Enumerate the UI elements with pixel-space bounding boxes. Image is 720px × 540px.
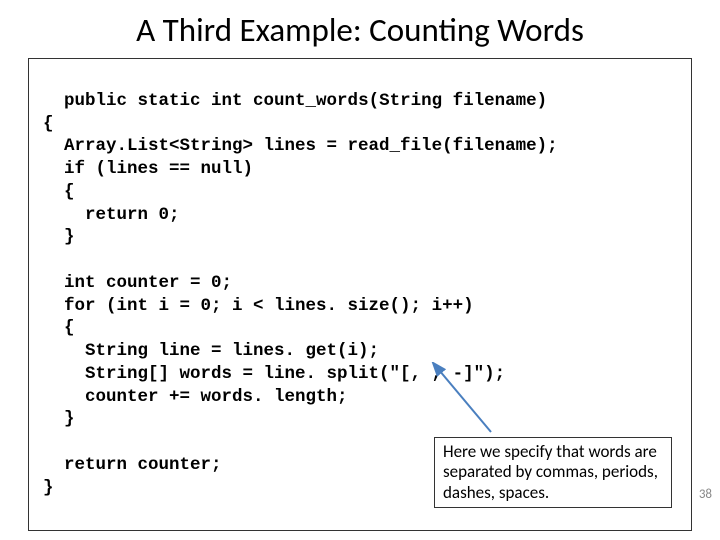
callout-box: Here we specify that words are separated… [434,437,672,508]
page-number: 38 [699,487,712,502]
slide-title: A Third Example: Counting Words [0,0,720,58]
